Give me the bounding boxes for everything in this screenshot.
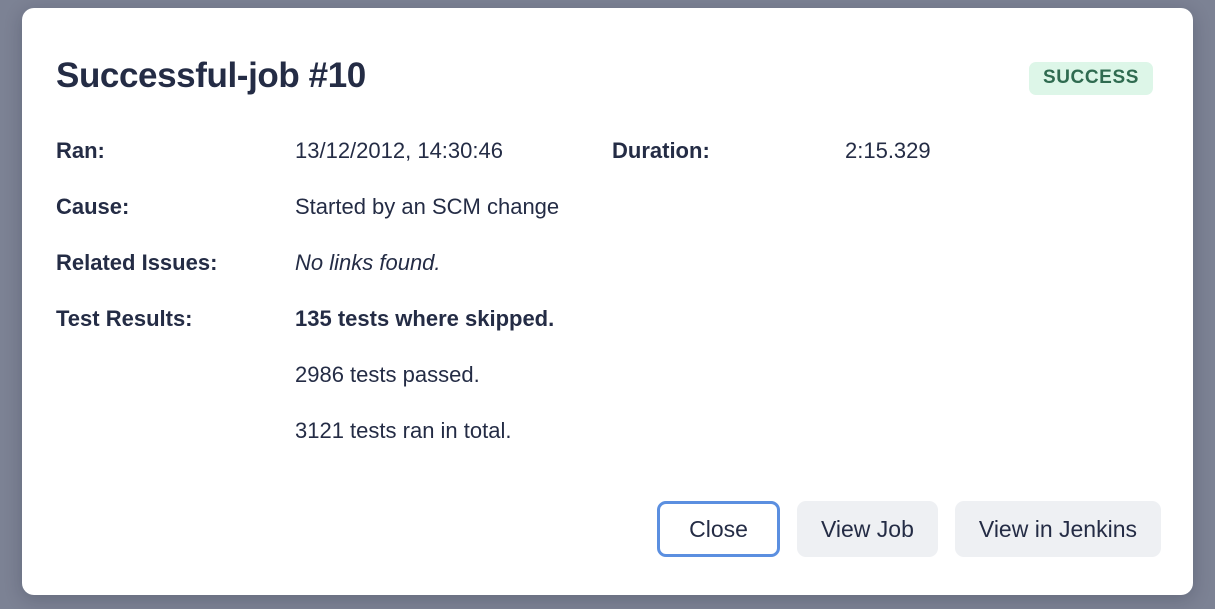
test-results-passed: 2986 tests passed. [295, 362, 480, 387]
detail-row-ran: Ran: 13/12/2012, 14:30:46 Duration: 2:15… [56, 136, 1163, 192]
job-details-list: Ran: 13/12/2012, 14:30:46 Duration: 2:15… [56, 136, 1163, 472]
close-button[interactable]: Close [657, 501, 780, 557]
cause-label: Cause: [56, 194, 130, 219]
modal-header: Successful-job #10 SUCCESS [56, 52, 1161, 108]
detail-row-test-results: Test Results: 135 tests where skipped. [56, 304, 1163, 360]
ran-value: 13/12/2012, 14:30:46 [295, 138, 503, 163]
page-title: Successful-job #10 [56, 56, 366, 95]
cause-value: Started by an SCM change [295, 194, 560, 219]
view-job-button[interactable]: View Job [796, 501, 938, 557]
test-results-skipped: 135 tests where skipped. [295, 306, 555, 331]
ran-label: Ran: [56, 138, 105, 163]
view-in-jenkins-button[interactable]: View in Jenkins [954, 501, 1161, 557]
modal-footer: Close View Job View in Jenkins [657, 501, 1161, 557]
detail-row-tests-total: 3121 tests ran in total. [56, 416, 1163, 472]
status-badge: SUCCESS [1028, 62, 1153, 95]
duration-label: Duration: [612, 138, 710, 163]
job-details-modal: Successful-job #10 SUCCESS Ran: 13/12/20… [22, 8, 1193, 595]
related-issues-label: Related Issues: [56, 250, 218, 275]
duration-value: 2:15.329 [845, 138, 931, 163]
test-results-total: 3121 tests ran in total. [295, 418, 512, 443]
detail-row-tests-passed: 2986 tests passed. [56, 360, 1163, 416]
detail-row-cause: Cause: Started by an SCM change [56, 192, 1163, 248]
detail-row-related-issues: Related Issues: No links found. [56, 248, 1163, 304]
related-issues-value: No links found. [295, 250, 441, 275]
test-results-label: Test Results: [56, 306, 193, 331]
